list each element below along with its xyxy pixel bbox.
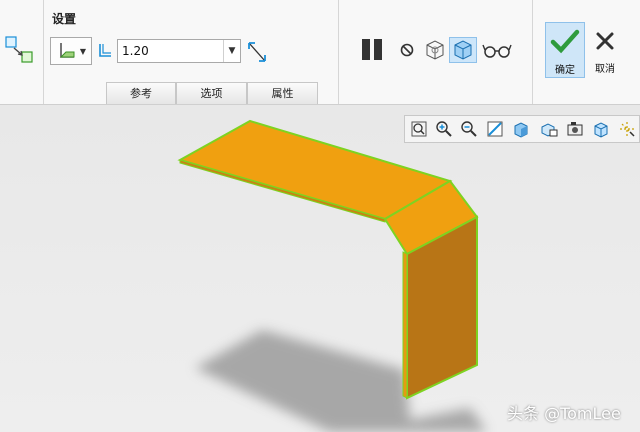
ribbon-separator bbox=[338, 0, 339, 104]
ribbon: 设置 ▼ 1.20 ▼ 参考 选项 属性 确定 取消 bbox=[0, 0, 640, 105]
chevron-down-icon: ▼ bbox=[79, 47, 86, 56]
close-icon bbox=[596, 32, 614, 50]
confirm-button[interactable]: 确定 bbox=[545, 22, 585, 78]
shaded-preview-button[interactable] bbox=[449, 37, 477, 63]
wireframe-preview-button[interactable] bbox=[423, 38, 447, 62]
wall-type-dropdown[interactable]: ▼ bbox=[50, 37, 92, 65]
cancel-label: 取消 bbox=[595, 64, 615, 75]
saved-views-icon[interactable] bbox=[539, 119, 559, 139]
tab-options[interactable]: 选项 bbox=[176, 82, 247, 104]
cancel-button[interactable]: 取消 bbox=[589, 22, 621, 78]
thickness-value: 1.20 bbox=[122, 44, 149, 58]
sheetmetal-feature-icon[interactable] bbox=[4, 34, 38, 68]
zoom-out-icon[interactable] bbox=[459, 119, 479, 139]
glasses-verify-icon bbox=[482, 44, 512, 58]
graphics-viewport[interactable] bbox=[0, 105, 640, 432]
flip-direction-icon bbox=[248, 42, 266, 62]
view-toolbar bbox=[404, 115, 640, 143]
shaded-preview-icon bbox=[454, 40, 472, 60]
wireframe-preview-icon bbox=[426, 40, 444, 60]
checkmark-icon bbox=[550, 29, 580, 54]
wall-edge bbox=[402, 251, 408, 399]
datum-display-icon[interactable] bbox=[617, 119, 637, 139]
pause-icon bbox=[362, 39, 382, 60]
named-views-icon[interactable] bbox=[565, 119, 585, 139]
tab-properties[interactable]: 属性 bbox=[247, 82, 318, 104]
appearance-icon[interactable] bbox=[591, 119, 611, 139]
ribbon-separator bbox=[532, 0, 533, 104]
wall-type-icon bbox=[57, 41, 77, 65]
verify-button[interactable] bbox=[482, 40, 512, 60]
watermark: 头条 @TomLee bbox=[507, 404, 621, 423]
confirm-label: 确定 bbox=[555, 65, 575, 76]
thickness-icon bbox=[97, 42, 113, 58]
pause-button[interactable] bbox=[360, 37, 386, 63]
no-preview-button[interactable] bbox=[398, 41, 416, 59]
sheetmetal-part bbox=[177, 119, 487, 432]
thickness-input[interactable]: 1.20 ▼ bbox=[117, 39, 241, 63]
display-style-icon[interactable] bbox=[511, 119, 531, 139]
refit-icon[interactable] bbox=[409, 119, 429, 139]
repaint-icon[interactable] bbox=[485, 119, 505, 139]
tab-references[interactable]: 参考 bbox=[106, 82, 176, 104]
settings-group-title: 设置 bbox=[52, 12, 77, 26]
zoom-in-icon[interactable] bbox=[434, 119, 454, 139]
ribbon-separator bbox=[43, 0, 44, 104]
no-preview-icon bbox=[400, 43, 414, 57]
chevron-down-icon[interactable]: ▼ bbox=[223, 40, 240, 62]
flip-direction-button[interactable] bbox=[246, 40, 268, 64]
